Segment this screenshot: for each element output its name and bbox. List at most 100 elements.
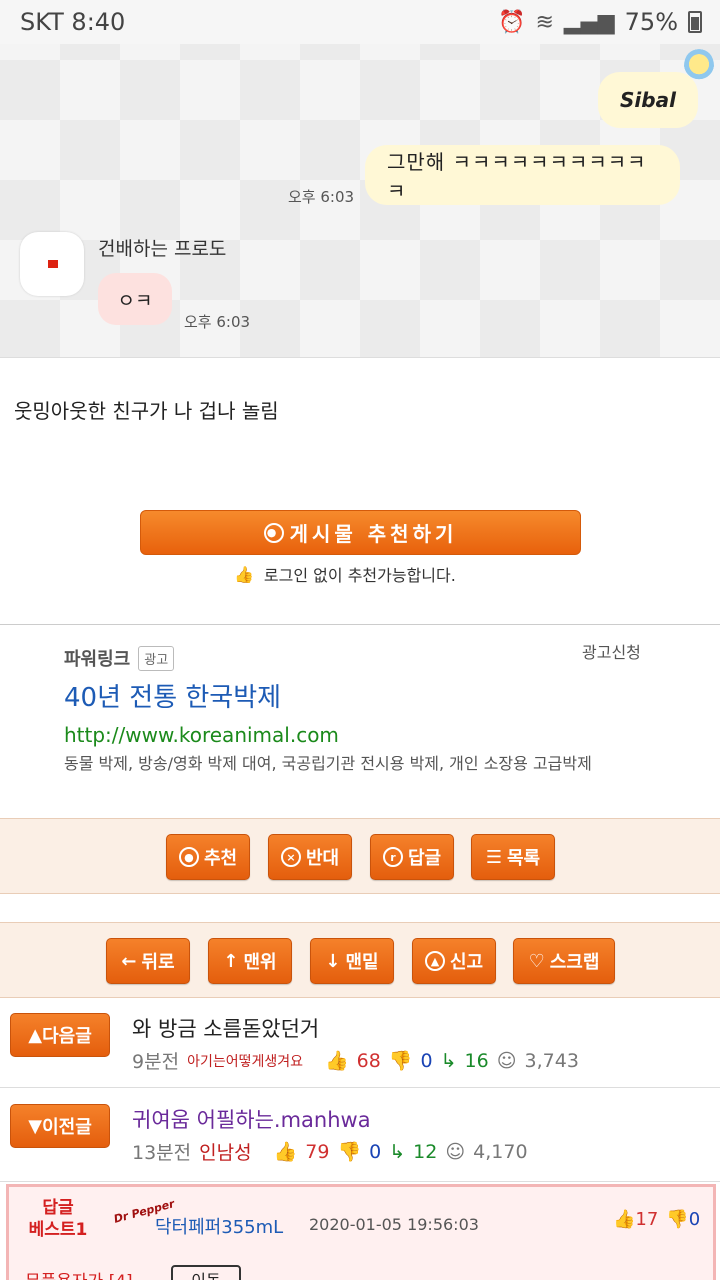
status-left: SKT 8:40 bbox=[20, 8, 125, 36]
ad-badge: 광고 bbox=[138, 645, 175, 671]
recommend-button[interactable]: ● 추천 bbox=[166, 834, 250, 880]
list-label: 목록 bbox=[507, 848, 541, 869]
next-post-up: 68 bbox=[356, 1049, 381, 1072]
navigation-action-bar: ← 뒤로 ↑ 맨위 ↓ 맨밑 ▲ 신고 ♡ 스크랩 bbox=[0, 922, 720, 998]
sender-name: 건배하는 프로도 bbox=[98, 238, 227, 260]
prev-post-button[interactable]: ▼ 이전글 bbox=[10, 1104, 110, 1148]
prev-post-meta: 13분전 인남성 👍 79 👎 0 ↳ 12 ☺ 4,170 bbox=[132, 1138, 528, 1165]
oppose-button[interactable]: × 반대 bbox=[268, 834, 352, 880]
go-top-label: 맨위 bbox=[243, 952, 277, 973]
next-post-button-label: 다음글 bbox=[42, 1026, 92, 1047]
reply-button[interactable]: r 답글 bbox=[370, 834, 454, 880]
next-post-replies: 16 bbox=[464, 1049, 489, 1072]
back-label: 뒤로 bbox=[141, 952, 175, 973]
scrap-button[interactable]: ♡ 스크랩 bbox=[513, 938, 615, 984]
report-button[interactable]: ▲ 신고 bbox=[412, 938, 496, 984]
go-bottom-label: 맨밑 bbox=[345, 952, 379, 973]
prev-post-up: 79 bbox=[305, 1140, 330, 1163]
chat-time-left: 오후 6:03 bbox=[184, 313, 251, 331]
next-post-title[interactable]: 와 방금 소름돋았던거 bbox=[132, 1013, 319, 1043]
thumbs-up-icon: 👍 bbox=[324, 1050, 349, 1072]
alarm-icon: ⏰ bbox=[498, 9, 526, 35]
powerlink-ad: 파워링크 광고 광고신청 40년 전통 한국박제 http://www.kore… bbox=[0, 624, 720, 818]
report-icon: ▲ bbox=[424, 951, 445, 971]
next-post-row[interactable]: ▲ 다음글 와 방금 소름돋았던거 9분전 아기는어떻게생겨요 👍 68 👎 0… bbox=[0, 998, 720, 1088]
scrap-label: 스크랩 bbox=[549, 952, 600, 973]
prev-post-author[interactable]: 인남성 bbox=[199, 1138, 251, 1165]
prev-post-title[interactable]: 귀여움 어필하는.manhwa bbox=[132, 1104, 371, 1134]
triangle-up-icon: ▲ bbox=[28, 1024, 43, 1046]
prev-post-views: 4,170 bbox=[473, 1140, 528, 1163]
best-reply-label: 답글 베스트1 bbox=[23, 1197, 93, 1241]
reply-label: 답글 bbox=[407, 848, 442, 869]
target-icon: ● bbox=[263, 522, 284, 543]
prev-post-replies: 12 bbox=[413, 1140, 438, 1163]
view-icon: ☺ bbox=[496, 1049, 517, 1072]
best-reply-text: 무플용자가 [4] bbox=[25, 1267, 133, 1280]
wifi-icon: ≋ bbox=[535, 9, 554, 35]
triangle-down-icon: ▼ bbox=[28, 1115, 43, 1137]
next-post-views: 3,743 bbox=[524, 1049, 579, 1072]
ad-url-link[interactable]: http://www.koreanimal.com bbox=[64, 723, 339, 747]
best-reply-user[interactable]: 닥터페퍼355mL bbox=[155, 1213, 283, 1239]
ad-description: 동물 박제, 방송/영화 박제 대여, 국공립기관 전시용 박제, 개인 소장용… bbox=[64, 754, 592, 773]
best-reply-votes: 👍17 👎0 bbox=[613, 1209, 700, 1230]
prev-post-row[interactable]: ▼ 이전글 귀여움 어필하는.manhwa 13분전 인남성 👍 79 👎 0 … bbox=[0, 1090, 720, 1182]
x-circle-icon: × bbox=[280, 847, 301, 867]
best-reply-label-line2: 베스트1 bbox=[28, 1220, 88, 1240]
battery-icon bbox=[688, 11, 702, 33]
best-reply-down: 0 bbox=[688, 1209, 701, 1230]
recommend-note-text: 로그인 없이 추천가능합니다. bbox=[263, 566, 456, 585]
best-reply-up: 17 bbox=[635, 1209, 659, 1230]
go-bottom-button[interactable]: ↓ 맨밑 bbox=[310, 938, 394, 984]
next-post-author[interactable]: 아기는어떻게생겨요 bbox=[187, 1051, 303, 1071]
reply-arrow-icon: ↳ bbox=[389, 1140, 406, 1163]
avatar-mark-icon bbox=[48, 260, 58, 268]
next-post-meta: 9분전 아기는어떻게생겨요 👍 68 👎 0 ↳ 16 ☺ 3,743 bbox=[132, 1047, 579, 1074]
back-button[interactable]: ← 뒤로 bbox=[106, 938, 190, 984]
best-reply-date: 2020-01-05 19:56:03 bbox=[309, 1215, 479, 1234]
list-button[interactable]: ☰ 목록 bbox=[471, 834, 555, 880]
signal-icon: ▂▄▆ bbox=[563, 9, 615, 35]
powerlink-title-text: 파워링크 bbox=[64, 649, 131, 670]
prev-post-time: 13분전 bbox=[132, 1142, 192, 1164]
view-icon: ☺ bbox=[445, 1140, 466, 1163]
thumbs-down-icon: 👎 bbox=[388, 1050, 413, 1072]
arrow-left-icon: ← bbox=[121, 950, 137, 972]
go-top-button[interactable]: ↑ 맨위 bbox=[208, 938, 292, 984]
report-label: 신고 bbox=[449, 952, 484, 973]
thumbs-up-icon: 👍 bbox=[234, 564, 254, 584]
next-post-button[interactable]: ▲ 다음글 bbox=[10, 1013, 110, 1057]
ad-headline-link[interactable]: 40년 전통 한국박제 bbox=[64, 677, 281, 714]
page: Sibal 그만해 ㅋㅋㅋㅋㅋㅋㅋㅋㅋㅋㅋ 오후 6:03 건배하는 프로도 ㅇ… bbox=[0, 0, 720, 1280]
status-right: ⏰ ≋ ▂▄▆ 75% bbox=[498, 8, 702, 36]
list-icon: ☰ bbox=[485, 846, 502, 868]
post-action-bar: ● 추천 × 반대 r 답글 ☰ 목록 bbox=[0, 818, 720, 894]
chat-bubble-sibal: Sibal bbox=[598, 72, 698, 128]
status-bar: SKT 8:40 ⏰ ≋ ▂▄▆ 75% bbox=[0, 0, 720, 44]
thumbs-up-icon: 👍17 bbox=[613, 1209, 659, 1230]
clock: 8:40 bbox=[71, 8, 126, 36]
chat-bubble-ok: ㅇㅋ bbox=[98, 273, 172, 325]
recommend-label: 추천 bbox=[203, 848, 238, 869]
chat-screenshot-image: Sibal 그만해 ㅋㅋㅋㅋㅋㅋㅋㅋㅋㅋㅋ 오후 6:03 건배하는 프로도 ㅇ… bbox=[0, 0, 720, 358]
arrow-up-icon: ↑ bbox=[223, 950, 239, 972]
reply-circle-icon: r bbox=[382, 847, 403, 867]
recommend-post-button[interactable]: ● 게시물 추천하기 bbox=[140, 510, 581, 555]
prev-post-button-label: 이전글 bbox=[42, 1117, 92, 1138]
arrow-down-icon: ↓ bbox=[325, 950, 341, 972]
chat-time-right: 오후 6:03 bbox=[288, 188, 355, 206]
ad-apply-link[interactable]: 광고신청 bbox=[582, 639, 641, 663]
heart-icon: ♡ bbox=[528, 950, 545, 972]
recommend-note: 👍 로그인 없이 추천가능합니다. bbox=[234, 562, 456, 586]
best-reply-label-line1: 답글 bbox=[42, 1198, 74, 1218]
prev-post-down: 0 bbox=[369, 1140, 382, 1163]
post-body-text: 웃밍아웃한 친구가 나 겁나 놀림 bbox=[14, 399, 279, 423]
next-post-time: 9분전 bbox=[132, 1051, 180, 1073]
thumbs-down-icon: 👎 bbox=[337, 1141, 362, 1163]
battery-percent: 75% bbox=[624, 8, 678, 36]
recommend-post-label: 게시물 추천하기 bbox=[289, 522, 458, 546]
move-button[interactable]: 이동 bbox=[171, 1265, 241, 1280]
powerlink-title: 파워링크 광고 bbox=[64, 645, 175, 671]
reply-arrow-icon: ↳ bbox=[440, 1049, 457, 1072]
